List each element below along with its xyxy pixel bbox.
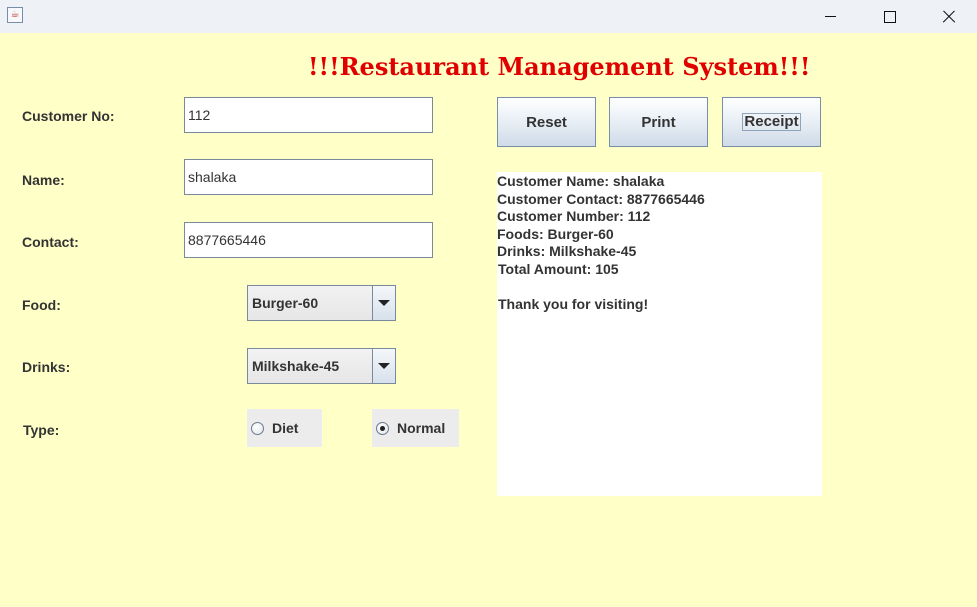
receipt-text-area[interactable]: Customer Name: shalaka Customer Contact:… [497,172,822,496]
minimize-button[interactable] [801,0,859,33]
window-content [0,33,977,607]
page-title: !!!Restaurant Management System!!! [308,52,811,81]
customer-no-label: Customer No: [22,108,115,124]
close-icon [941,10,955,24]
contact-label: Contact: [22,234,79,250]
maximize-icon [884,10,896,23]
print-button[interactable]: Print [609,97,708,147]
type-radio-diet-label: Diet [272,420,299,436]
receipt-button[interactable]: Receipt [722,97,821,147]
food-selected-value: Burger-60 [252,295,319,311]
name-input[interactable]: shalaka [184,159,433,195]
receipt-line: Total Amount: 105 [498,260,619,277]
close-button[interactable] [919,0,977,33]
drinks-dropdown[interactable]: Milkshake-45 [247,348,396,384]
chevron-down-icon[interactable] [372,286,395,320]
receipt-line: Thank you for visiting! [498,295,649,312]
receipt-line: Drinks: Milkshake-45 [497,243,637,259]
receipt-line: Customer Contact: 8877665446 [497,190,705,207]
type-radio-normal-label: Normal [397,420,446,436]
food-label: Food: [22,297,61,313]
chevron-down-icon[interactable] [372,349,395,383]
reset-button-label: Reset [526,113,567,131]
receipt-line: Customer Name: shalaka [497,173,665,189]
receipt-line [497,278,822,296]
receipt-line: Foods: Burger-60 [497,225,614,242]
name-label: Name: [22,172,65,188]
food-dropdown[interactable]: Burger-60 [247,285,396,321]
print-button-label: Print [641,113,676,131]
receipt-line: Customer Number: 112 [497,208,651,224]
receipt-button-label: Receipt [742,113,801,131]
drinks-label: Drinks: [22,359,71,375]
type-label: Type: [23,422,60,438]
type-radio-normal[interactable]: Normal [372,409,459,447]
radio-unchecked-icon[interactable] [251,421,264,435]
contact-input[interactable]: 8877665446 [184,222,433,258]
minimize-icon [824,16,836,17]
java-cup-icon[interactable]: ☕ [7,7,23,23]
radio-checked-icon[interactable] [376,421,389,435]
maximize-button[interactable] [861,0,919,33]
type-radio-diet[interactable]: Diet [247,409,322,447]
reset-button[interactable]: Reset [497,97,596,147]
window-titlebar: ☕ [0,0,977,33]
customer-no-input[interactable]: 112 [184,97,433,133]
drinks-selected-value: Milkshake-45 [252,358,340,374]
